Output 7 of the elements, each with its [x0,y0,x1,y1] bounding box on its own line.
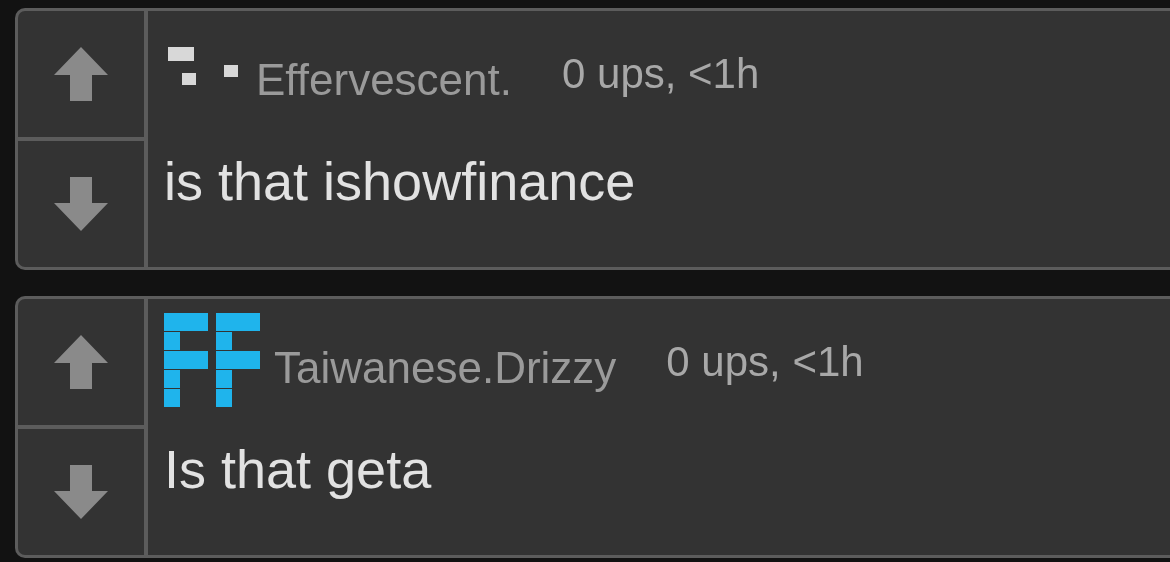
comment-text: is that ishowfinance [164,150,637,213]
username[interactable]: Effervescent. [256,47,512,113]
username[interactable]: Taiwanese.Drizzy [274,335,617,401]
comment-meta: 0 ups, <1h [666,336,864,387]
pixel-avatar-icon [164,313,260,409]
comment-meta: 0 ups, <1h [562,48,760,99]
comment-text: Is that geta [164,438,433,501]
